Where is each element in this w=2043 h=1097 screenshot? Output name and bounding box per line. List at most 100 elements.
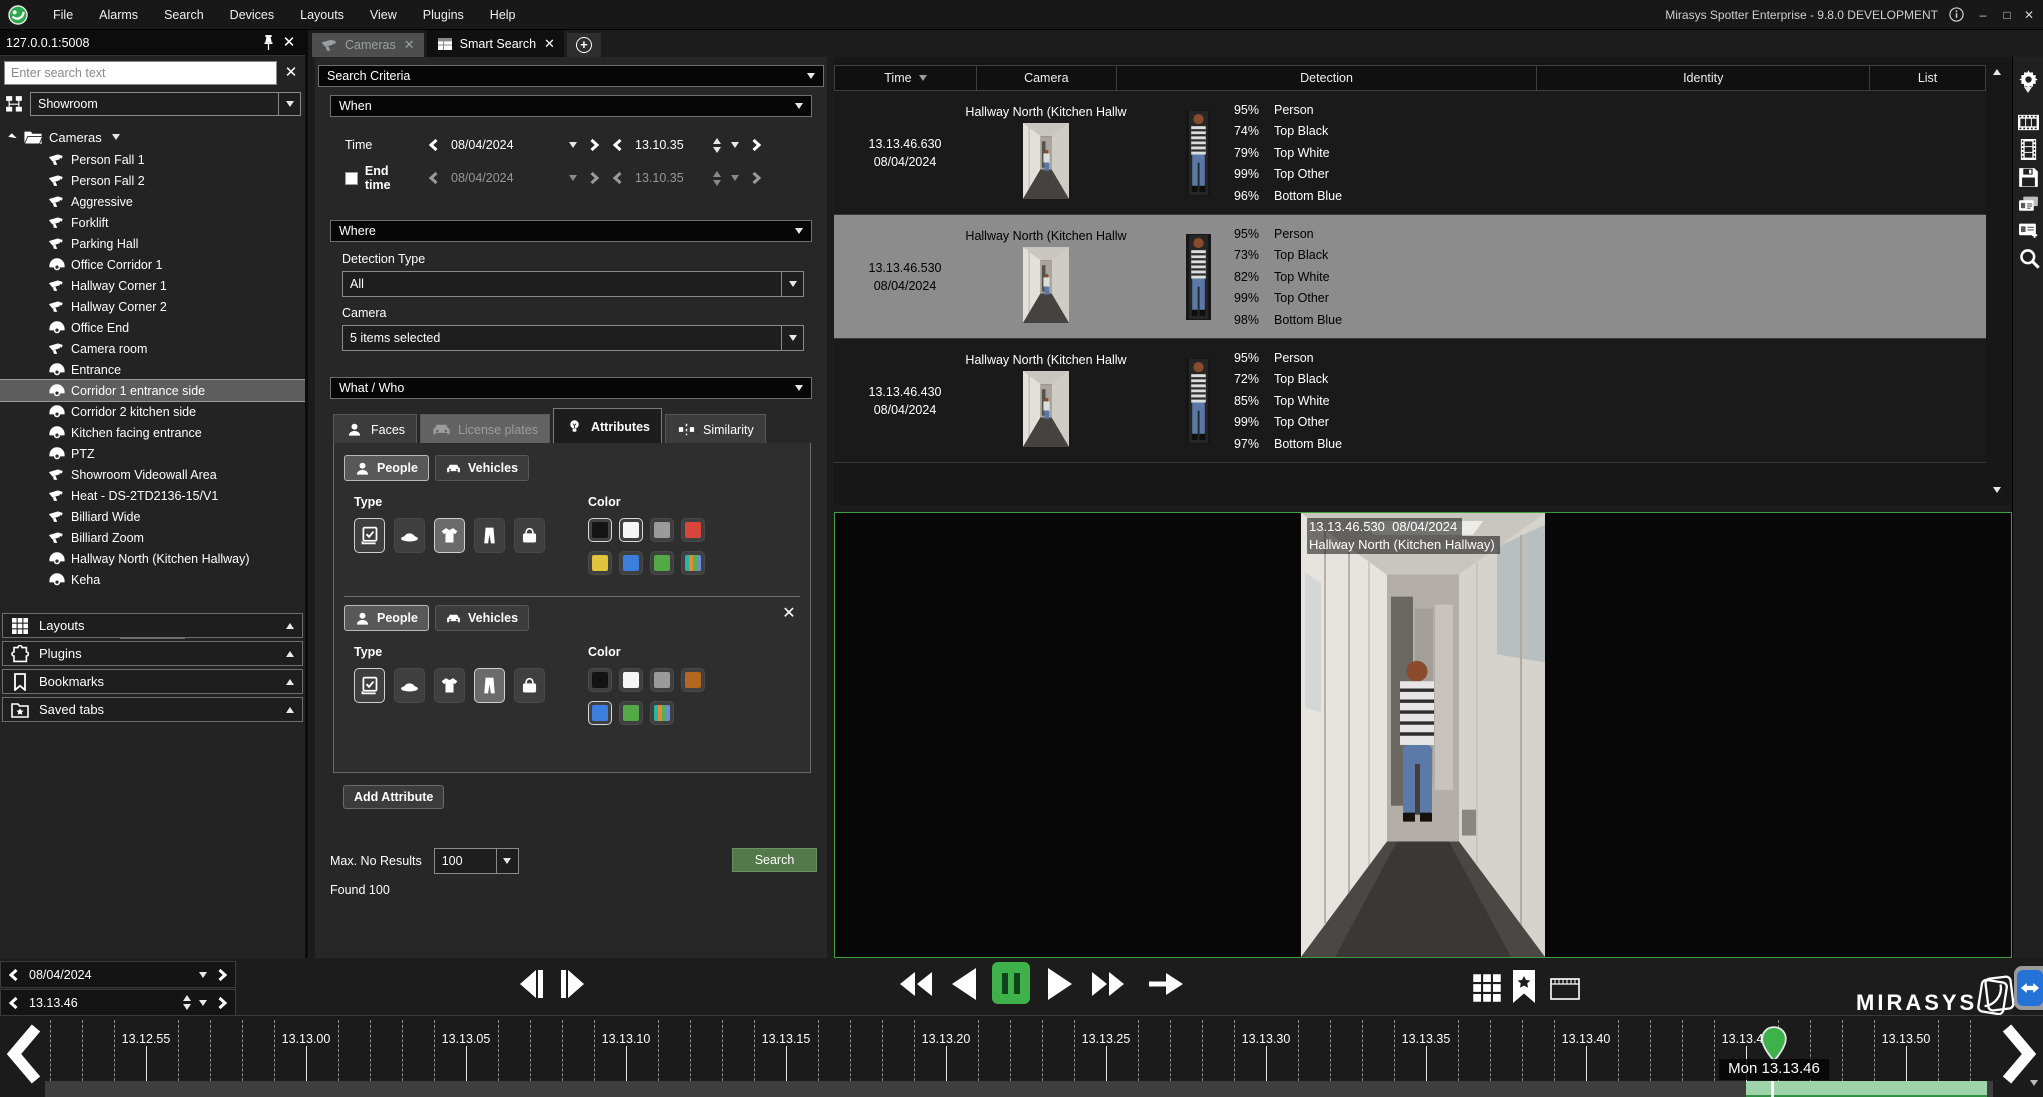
time-dropdown-icon[interactable] xyxy=(199,1000,207,1006)
tab-license-plates[interactable]: License plates xyxy=(420,414,550,444)
tab-similarity[interactable]: Similarity xyxy=(665,414,766,444)
whatwho-section-header[interactable]: What / Who xyxy=(330,377,812,399)
color-swatch-green[interactable] xyxy=(619,701,643,725)
menu-file[interactable]: File xyxy=(40,0,86,30)
camera-tree-item-entrance[interactable]: Entrance xyxy=(0,359,305,380)
person-crop-thumbnail[interactable] xyxy=(1186,110,1211,196)
remote-support-icon[interactable] xyxy=(2017,970,2043,1006)
scroll-down-icon[interactable] xyxy=(1993,487,2001,493)
filmstrip-vertical-icon[interactable] xyxy=(2018,139,2039,160)
next-time-icon[interactable] xyxy=(749,138,763,152)
camera-tree-item-camera-room[interactable]: Camera room xyxy=(0,338,305,359)
detection-type-select[interactable]: All xyxy=(342,271,804,297)
next-time-icon[interactable] xyxy=(215,996,229,1010)
prev-frame-icon[interactable] xyxy=(516,966,548,1002)
add-attribute-button[interactable]: Add Attribute xyxy=(343,785,444,809)
color-swatch-gray[interactable] xyxy=(650,668,674,692)
type-any-icon[interactable] xyxy=(354,518,385,553)
camera-snapshot-thumbnail[interactable] xyxy=(1023,247,1069,323)
prev-time-icon[interactable] xyxy=(611,138,625,152)
playhead-pin-icon[interactable] xyxy=(1760,1026,1788,1062)
search-magnifier-icon[interactable] xyxy=(2018,247,2041,270)
menu-help[interactable]: Help xyxy=(477,0,529,30)
add-id-card-icon[interactable] xyxy=(2018,220,2039,241)
time-spinner[interactable] xyxy=(713,138,721,153)
camera-tree-item-corridor-2-kitchen-side[interactable]: Corridor 2 kitchen side xyxy=(0,401,305,422)
timeline[interactable]: 13.12.5513.13.0013.13.0513.13.1013.13.15… xyxy=(0,1015,2043,1097)
pause-button[interactable] xyxy=(992,962,1030,1004)
fast-forward-icon[interactable] xyxy=(1090,970,1126,998)
dropdown-icon[interactable] xyxy=(781,326,803,350)
camera-tree-item-keha[interactable]: Keha xyxy=(0,569,305,590)
type-any-icon[interactable] xyxy=(354,668,385,703)
result-row[interactable]: 13.13.46.53008/04/2024 Hallway North (Ki… xyxy=(834,215,1986,339)
results-scrollbar[interactable] xyxy=(1990,65,2006,497)
camera-tree-item-billiard-wide[interactable]: Billiard Wide xyxy=(0,506,305,527)
column-list[interactable]: List xyxy=(1870,66,1985,90)
timeline-next-chevron[interactable] xyxy=(1997,1022,2041,1086)
maximize-icon[interactable]: □ xyxy=(1999,7,2015,23)
id-card-icon[interactable] xyxy=(2018,194,2039,215)
close-server-icon[interactable]: ✕ xyxy=(279,33,299,53)
save-icon[interactable] xyxy=(2018,167,2039,188)
prev-date-icon[interactable] xyxy=(427,171,441,185)
collapse-icon[interactable] xyxy=(795,228,803,234)
where-section-header[interactable]: Where xyxy=(330,220,812,242)
camera-tree-item-hallway-corner-1[interactable]: Hallway Corner 1 xyxy=(0,275,305,296)
camera-tree-item-aggressive[interactable]: Aggressive xyxy=(0,191,305,212)
play-backward-icon[interactable] xyxy=(950,966,978,1002)
remove-attribute-icon[interactable]: ✕ xyxy=(780,605,798,623)
dropdown-icon[interactable] xyxy=(781,272,803,296)
expander-icon[interactable] xyxy=(8,133,16,141)
color-swatch-black[interactable] xyxy=(588,518,612,542)
result-row[interactable]: 13.13.46.43008/04/2024 Hallway North (Ki… xyxy=(834,339,1986,463)
minimize-icon[interactable]: – xyxy=(1975,7,1991,23)
collapse-icon[interactable] xyxy=(795,385,803,391)
sidebar-panel-saved-tabs[interactable]: Saved tabs xyxy=(2,697,303,722)
collapse-icon[interactable] xyxy=(795,103,803,109)
info-icon[interactable] xyxy=(1949,7,1965,23)
tab-smart-search[interactable]: Smart Search ✕ xyxy=(427,30,564,57)
rewind-icon[interactable] xyxy=(898,970,934,998)
time-dropdown-icon[interactable] xyxy=(731,142,739,148)
next-frame-icon[interactable] xyxy=(556,966,588,1002)
sidebar-panel-plugins[interactable]: Plugins xyxy=(2,641,303,666)
color-swatch-blue[interactable] xyxy=(588,701,612,725)
column-identity[interactable]: Identity xyxy=(1537,66,1870,90)
camera-tree-item-corridor-1-entrance-side[interactable]: Corridor 1 entrance side xyxy=(0,380,305,401)
camera-snapshot-thumbnail[interactable] xyxy=(1023,123,1069,199)
start-date-value[interactable]: 08/04/2024 xyxy=(451,138,559,152)
camera-tree-item-showroom-videowall-area[interactable]: Showroom Videowall Area xyxy=(0,464,305,485)
camera-snapshot-thumbnail[interactable] xyxy=(1023,371,1069,447)
filmstrip-horizontal-icon[interactable] xyxy=(2018,112,2039,133)
profile-select[interactable]: Showroom xyxy=(30,92,301,116)
prev-day-icon[interactable] xyxy=(7,968,21,982)
color-swatch-white[interactable] xyxy=(619,668,643,692)
type-pants-icon[interactable] xyxy=(474,668,505,703)
pin-icon[interactable] xyxy=(262,34,275,51)
tree-root-dropdown-icon[interactable] xyxy=(112,134,120,140)
camera-tree-item-person-fall-1[interactable]: Person Fall 1 xyxy=(0,149,305,170)
result-row[interactable]: 13.13.46.63008/04/2024 Hallway North (Ki… xyxy=(834,91,1986,215)
type-shirt-icon[interactable] xyxy=(434,518,465,553)
close-window-icon[interactable]: ✕ xyxy=(2021,7,2037,23)
tab-faces[interactable]: Faces xyxy=(333,414,417,444)
jump-to-live-icon[interactable] xyxy=(1148,970,1184,998)
color-swatch-multi[interactable] xyxy=(650,701,674,725)
gear-dropdown-icon[interactable] xyxy=(2024,93,2032,107)
column-camera[interactable]: Camera xyxy=(977,66,1117,90)
tab-cameras-close-icon[interactable]: ✕ xyxy=(404,37,415,53)
scroll-up-icon[interactable] xyxy=(1993,69,2001,75)
grid-view-icon[interactable] xyxy=(1472,973,1502,1003)
column-time[interactable]: Time xyxy=(835,66,977,90)
column-detection[interactable]: Detection xyxy=(1117,66,1538,90)
color-swatch-orange[interactable] xyxy=(681,668,705,692)
current-time-value[interactable]: 13.13.46 xyxy=(29,996,175,1010)
prev-date-icon[interactable] xyxy=(427,138,441,152)
color-swatch-green[interactable] xyxy=(650,551,674,575)
collapse-up-icon[interactable] xyxy=(286,623,294,629)
type-shirt-icon[interactable] xyxy=(434,668,465,703)
color-swatch-white[interactable] xyxy=(619,518,643,542)
color-swatch-blue[interactable] xyxy=(619,551,643,575)
menu-layouts[interactable]: Layouts xyxy=(287,0,357,30)
